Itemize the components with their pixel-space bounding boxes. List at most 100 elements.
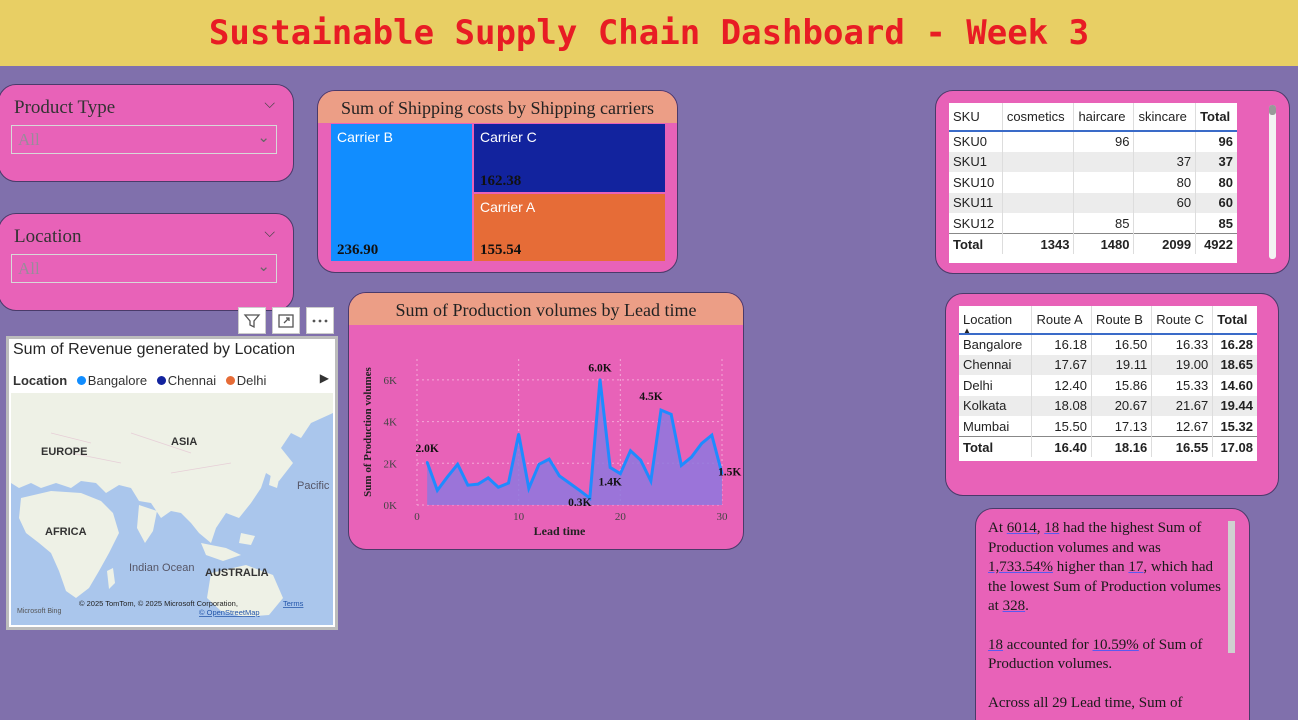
data-point[interactable] — [558, 474, 561, 477]
data-point[interactable] — [710, 433, 714, 437]
row-header-cell: Bangalore — [959, 334, 1033, 355]
slicer-title: Location — [14, 226, 82, 247]
map-label: AUSTRALIA — [205, 567, 269, 579]
data-point[interactable] — [578, 489, 581, 492]
data-point[interactable] — [456, 463, 459, 466]
col-header-route-a[interactable]: Route A — [1031, 306, 1092, 335]
data-label: 0.3K — [568, 497, 591, 509]
row-header-cell: Mumbai — [959, 416, 1033, 437]
total-cell: 1343 — [1002, 233, 1075, 254]
row-header-cell: SKU0 — [949, 131, 1003, 152]
data-point[interactable] — [659, 408, 663, 412]
table-cell: 16.28 — [1220, 337, 1253, 353]
data-label: 4.5K — [639, 391, 662, 403]
data-point[interactable] — [436, 489, 439, 492]
row-header-cell: SKU10 — [949, 172, 1003, 193]
data-point[interactable] — [446, 475, 449, 479]
scrollbar[interactable] — [1228, 521, 1235, 653]
data-point[interactable] — [527, 487, 531, 490]
focus-mode-icon[interactable] — [272, 307, 300, 334]
table-row[interactable]: Kolkata 18.08 20.67 21.67 19.44 — [959, 395, 1257, 416]
col-header-route-c[interactable]: Route C — [1151, 306, 1214, 335]
data-point[interactable] — [629, 449, 632, 452]
data-point[interactable] — [680, 464, 683, 467]
data-point[interactable] — [547, 457, 551, 461]
row-header-cell: Delhi — [959, 375, 1033, 396]
osm-link[interactable]: © OpenStreetMap — [199, 608, 260, 617]
filter-icon[interactable] — [238, 307, 266, 334]
table-row[interactable]: SKU11 60 60 — [949, 192, 1237, 213]
product-type-dropdown[interactable]: All ⌄ — [11, 125, 277, 154]
treemap-tile-carrier-a[interactable]: Carrier A 155.54 — [474, 194, 665, 261]
treemap-tile-carrier-b[interactable]: Carrier B 236.90 — [331, 124, 472, 261]
data-point[interactable] — [476, 482, 480, 486]
data-point[interactable] — [568, 481, 571, 485]
table-cell: 15.86 — [1091, 375, 1153, 396]
legend-next-arrow-icon[interactable]: ▶ — [320, 371, 329, 385]
scrollbar[interactable] — [1269, 105, 1276, 259]
data-point[interactable] — [608, 466, 612, 469]
table-cell: 80 — [1133, 172, 1197, 193]
table-cell: 37 — [1133, 151, 1197, 172]
table-row[interactable]: SKU10 80 80 — [949, 172, 1237, 193]
table-row[interactable]: SKU1 37 37 — [949, 151, 1237, 172]
data-point[interactable] — [537, 463, 541, 466]
map-terms-link[interactable]: Terms — [283, 599, 304, 608]
scrollbar-thumb[interactable] — [1269, 105, 1276, 115]
data-point[interactable] — [517, 432, 520, 436]
area-chart[interactable]: 0K 2K 4K 6K 0 10 20 30 2.0K 0.3K 6.0K 1.4K 4.5K 1.5K L… — [349, 325, 744, 550]
table-row[interactable]: Mumbai 15.50 17.13 12.67 15.32 — [959, 416, 1257, 437]
table-row[interactable]: Delhi 12.40 15.86 15.33 14.60 — [959, 375, 1257, 396]
table-row[interactable]: Chennai 17.67 19.11 19.00 18.65 — [959, 354, 1257, 375]
data-point[interactable] — [639, 458, 642, 462]
data-label: 1.4K — [599, 476, 622, 488]
y-axis-title: Sum of Production volumes — [362, 366, 374, 496]
data-point[interactable] — [486, 476, 490, 480]
total-row: Total 1343 1480 2099 4922 — [949, 233, 1237, 254]
table-row[interactable]: Bangalore 16.18 16.50 16.33 16.28 — [959, 334, 1257, 355]
table-cell — [1073, 172, 1135, 193]
legend-item[interactable]: Chennai — [168, 373, 216, 388]
table-cell: 37 — [1195, 151, 1237, 172]
data-point[interactable] — [669, 413, 673, 416]
col-header-total[interactable]: Total — [1195, 103, 1237, 132]
legend-item[interactable]: Bangalore — [88, 373, 147, 388]
data-point[interactable] — [497, 486, 500, 489]
data-point[interactable] — [466, 483, 470, 487]
map-canvas[interactable]: EUROPE ASIA AFRICA Indian Ocean AUSTRALI… — [11, 393, 333, 625]
chevron-down-icon[interactable]: ⌵ — [264, 95, 275, 112]
table-row[interactable]: SKU12 85 85 — [949, 213, 1237, 234]
col-header-cosmetics[interactable]: cosmetics — [1002, 103, 1075, 132]
row-header-cell: Chennai — [959, 354, 1033, 375]
col-header-total[interactable]: Total — [1212, 306, 1257, 335]
col-header-location[interactable]: Location ▲ — [959, 306, 1033, 335]
revenue-map-visual[interactable]: Sum of Revenue generated by Location Loc… — [6, 336, 338, 630]
data-point[interactable] — [507, 481, 510, 485]
total-cell: Total — [959, 436, 1033, 457]
legend-item[interactable]: Delhi — [237, 373, 267, 388]
data-point[interactable] — [425, 461, 429, 464]
col-header-haircare[interactable]: haircare — [1073, 103, 1135, 132]
data-point[interactable] — [700, 442, 703, 445]
treemap-tile-carrier-c[interactable]: Carrier C 162.38 — [474, 124, 665, 192]
chevron-down-icon[interactable]: ⌵ — [264, 224, 275, 241]
tile-value: 155.54 — [480, 242, 522, 258]
dropdown-value: All — [18, 259, 40, 278]
x-tick-label: 10 — [513, 511, 525, 523]
table-cell: 19.11 — [1091, 354, 1153, 375]
col-header-skincare[interactable]: skincare — [1133, 103, 1197, 132]
table-row[interactable]: SKU0 96 96 — [949, 131, 1237, 152]
col-header-sku[interactable]: SKU — [949, 103, 1003, 132]
data-point[interactable] — [690, 455, 693, 459]
data-point[interactable] — [598, 378, 602, 381]
location-slicer: Location ⌵ All ⌄ — [0, 213, 294, 311]
table-cell: 14.60 — [1220, 377, 1253, 393]
data-point[interactable] — [649, 479, 653, 483]
table-cell — [1002, 192, 1075, 213]
table-cell: 12.67 — [1151, 416, 1214, 437]
table-cell: 80 — [1218, 174, 1233, 190]
data-point[interactable] — [619, 472, 622, 475]
col-header-route-b[interactable]: Route B — [1091, 306, 1153, 335]
location-dropdown[interactable]: All ⌄ — [11, 254, 277, 283]
more-options-icon[interactable] — [306, 307, 334, 334]
